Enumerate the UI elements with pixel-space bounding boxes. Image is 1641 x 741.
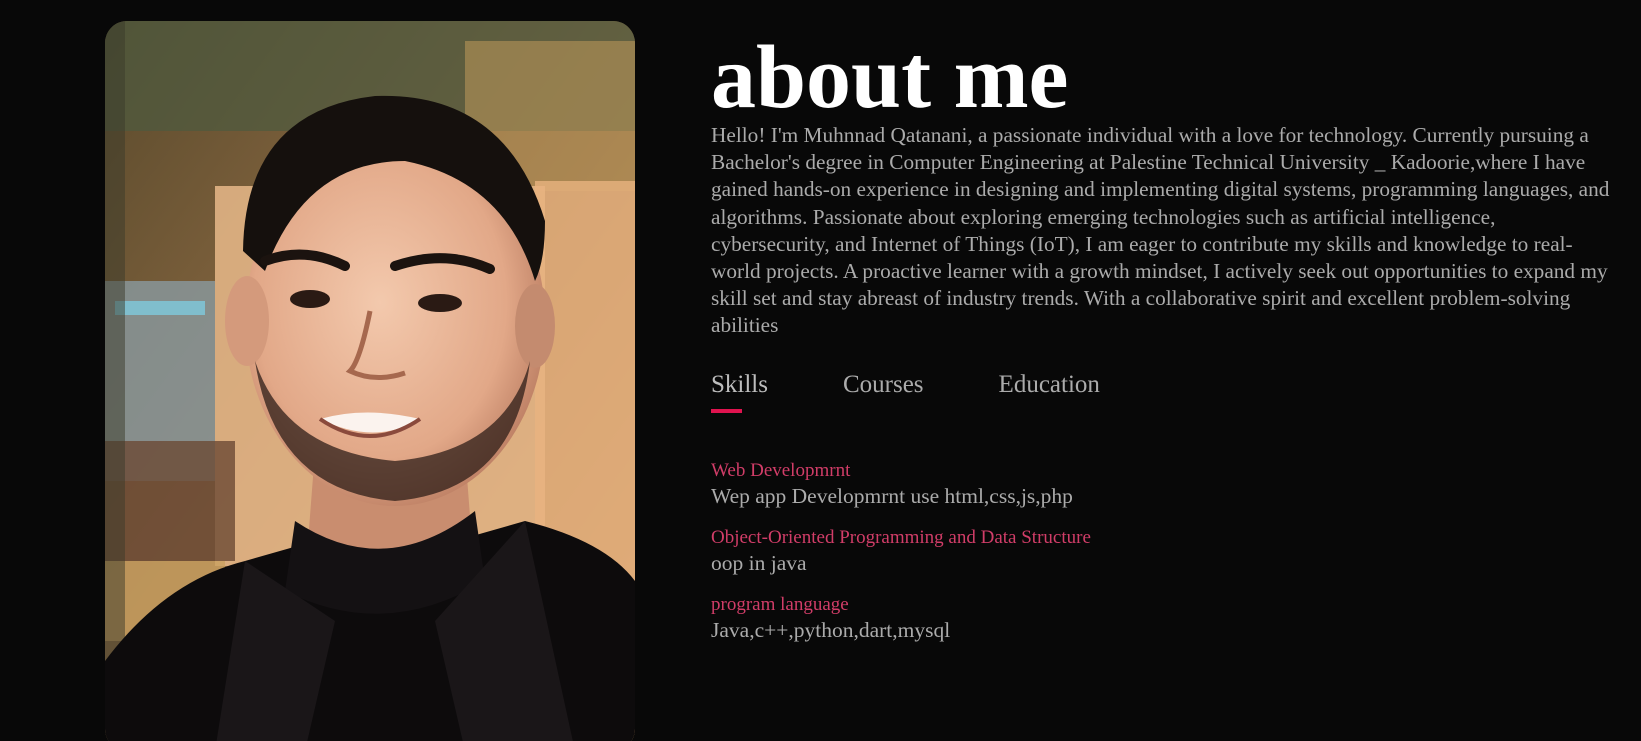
tab-skills-label: Skills: [711, 371, 768, 398]
skill-title: Object-Oriented Programming and Data Str…: [711, 527, 1091, 548]
tab-bar: Skills Courses Education: [711, 368, 1175, 413]
list-item: Web Developmrnt Wep app Developmrnt use …: [711, 460, 1091, 510]
tab-courses[interactable]: Courses: [843, 368, 924, 402]
skill-description: Wep app Developmrnt use html,css,js,php: [711, 484, 1073, 508]
bio-paragraph: Hello! I'm Muhnnad Qatanani, a passionat…: [711, 123, 1610, 338]
tab-education-label: Education: [998, 371, 1100, 398]
tab-courses-label: Courses: [842, 371, 924, 398]
tab-skills[interactable]: Skills: [711, 368, 768, 413]
list-item: program language Java,c++,python,dart,my…: [711, 594, 1091, 644]
active-tab-indicator: [711, 409, 742, 413]
skill-description: oop in java: [711, 551, 807, 575]
portrait-image: [105, 21, 635, 741]
skill-description: Java,c++,python,dart,mysql: [711, 618, 951, 642]
list-item: Object-Oriented Programming and Data Str…: [711, 527, 1091, 577]
skill-title: program language: [711, 594, 849, 615]
tab-education[interactable]: Education: [999, 368, 1100, 402]
skill-title: Web Developmrnt: [711, 460, 851, 481]
page-title: about me: [711, 28, 1069, 127]
profile-photo: [105, 21, 635, 741]
skills-list: Web Developmrnt Wep app Developmrnt use …: [711, 460, 1091, 661]
